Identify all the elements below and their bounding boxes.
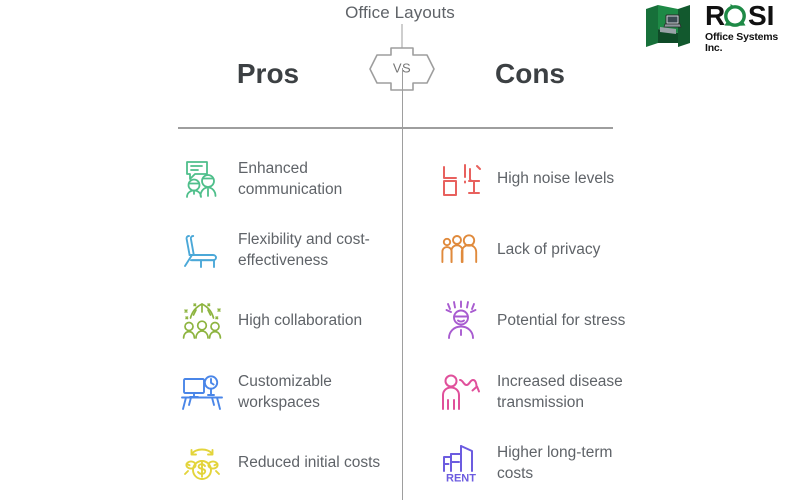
desk-chair-alert-icon <box>437 155 485 203</box>
list-item: Reduced initial costs <box>178 427 393 498</box>
list-item: High collaboration <box>178 285 393 356</box>
list-item-label: Increased disease transmission <box>497 372 623 411</box>
stressed-person-icon <box>437 297 485 345</box>
list-item: High noise levels <box>437 143 652 214</box>
list-item-label: Lack of privacy <box>497 241 601 258</box>
logo-wordmark: R SI <box>705 0 797 31</box>
svg-text:R: R <box>705 1 725 31</box>
cons-list: High noise levels Lack of privacy Potent… <box>437 143 652 498</box>
infographic-canvas: Office Layouts VS Pros Cons <box>0 0 800 500</box>
list-item: Lack of privacy <box>437 214 652 285</box>
list-item-label: Potential for stress <box>497 312 626 329</box>
logo-tagline: Office Systems Inc. <box>705 31 779 54</box>
cons-column-header: Cons <box>495 58 565 89</box>
brand-logo[interactable]: R SI Office Systems Inc. <box>644 0 797 54</box>
list-item-label: Customizable workspaces <box>238 372 332 411</box>
list-item-label: Reduced initial costs <box>238 454 381 471</box>
list-item: Enhanced communication <box>178 143 393 214</box>
list-item-label: Higher long-term costs <box>497 443 613 482</box>
office-cubicle-icon <box>644 3 702 51</box>
logo-text-group: R SI Office Systems Inc. <box>705 0 797 54</box>
money-recycle-icon <box>178 439 226 487</box>
pros-column-header: Pros <box>236 58 300 89</box>
svg-text:SI: SI <box>748 1 774 31</box>
person-virus-spread-icon <box>437 368 485 416</box>
speech-bubble-people-icon <box>178 155 226 203</box>
list-item: Flexibility and cost-effectiveness <box>178 214 393 285</box>
desk-monitor-clock-icon <box>178 368 226 416</box>
list-item-label: High collaboration <box>238 312 363 329</box>
list-item: Customizable workspaces <box>178 356 393 427</box>
crowd-people-icon <box>437 226 485 274</box>
pros-list: Enhanced communication Flexibility and c… <box>178 143 393 498</box>
header-rule <box>178 127 613 129</box>
vs-connector-top <box>401 24 403 48</box>
column-divider <box>402 68 403 500</box>
list-item: Increased disease transmission <box>437 356 652 427</box>
list-item-label: High noise levels <box>497 170 615 187</box>
list-item-label: Flexibility and cost-effectiveness <box>238 230 370 269</box>
svg-text:RENT: RENT <box>446 472 476 484</box>
celebrating-group-icon <box>178 297 226 345</box>
lounge-chair-icon <box>178 226 226 274</box>
rent-building-icon: RENT <box>437 439 485 487</box>
list-item-label: Enhanced communication <box>238 159 343 198</box>
list-item: RENT Higher long-term costs <box>437 427 652 498</box>
list-item: Potential for stress <box>437 285 652 356</box>
